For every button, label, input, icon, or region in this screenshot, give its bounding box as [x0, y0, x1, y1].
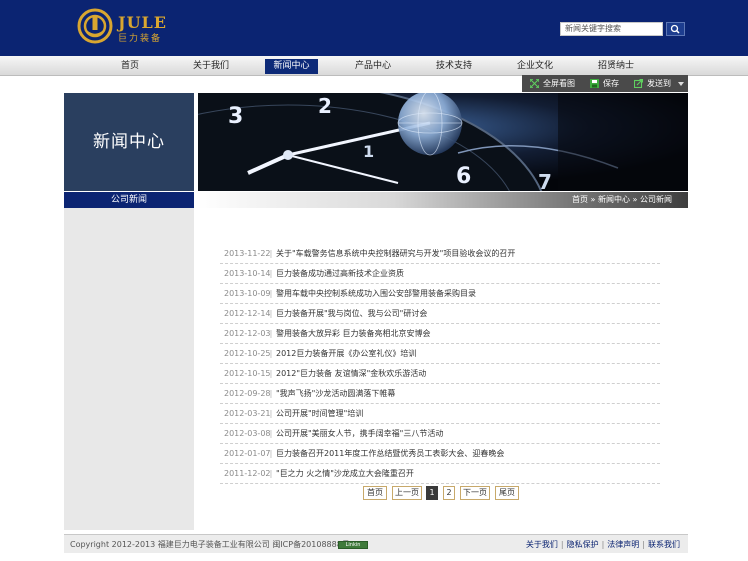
nav-item-support[interactable]: 技术支持 — [428, 59, 480, 74]
news-item[interactable]: 2012-03-21| 公司开展"时间管理"培训 — [220, 404, 660, 424]
news-title-link[interactable]: 巨力装备开展"我与岗位、我与公司"研讨会 — [276, 309, 427, 318]
news-item[interactable]: 2011-12-02| "巨之力 火之情"沙龙成立大会隆重召开 — [220, 464, 660, 484]
news-item[interactable]: 2012-03-08| 公司开展"美丽女人节，携手阔幸福"三八节活动 — [220, 424, 660, 444]
send-button[interactable]: 发送到 — [626, 75, 688, 92]
nav-item-about[interactable]: 关于我们 — [184, 59, 238, 74]
footer-link-privacy[interactable]: 隐私保护 — [567, 540, 599, 549]
news-title-link[interactable]: 巨力装备成功通过高新技术企业资质 — [276, 269, 404, 278]
svg-text:2: 2 — [318, 94, 332, 118]
clock-banner-graphic: 3 2 6 7 1 — [198, 93, 688, 191]
news-date: 2012-03-08 — [224, 429, 271, 438]
news-title-link[interactable]: 公司开展"时间管理"培训 — [276, 409, 363, 418]
save-icon — [590, 79, 599, 88]
news-title-link[interactable]: 公司开展"美丽女人节，携手阔幸福"三八节活动 — [276, 429, 443, 438]
news-date: 2013-10-09 — [224, 289, 271, 298]
logo-text-cn: 巨力装备 — [118, 34, 163, 44]
pager-prev-button[interactable]: 上一页 — [392, 486, 422, 500]
news-item[interactable]: 2013-10-14| 巨力装备成功通过高新技术企业资质 — [220, 264, 660, 284]
news-title-link[interactable]: 关于"车载警务信息系统中央控制器研究与开发"项目验收会议的召开 — [276, 249, 515, 258]
news-date: 2013-10-14 — [224, 269, 271, 278]
news-item[interactable]: 2012-10-15| 2012"巨力装备 友谊情深"金秋欢乐游活动 — [220, 364, 660, 384]
fullscreen-button[interactable]: 全屏看图 — [522, 75, 580, 92]
footer-link-contact[interactable]: 联系我们 — [648, 540, 680, 549]
svg-text:3: 3 — [228, 104, 243, 129]
banner-image: 3 2 6 7 1 — [198, 93, 688, 191]
nav-item-jobs[interactable]: 招贤纳士 — [590, 59, 642, 74]
side-panel — [64, 208, 194, 530]
svg-text:1: 1 — [363, 142, 374, 161]
breadcrumb-sep: » — [590, 195, 596, 204]
footer: Copyright 2012-2013 福建巨力电子装备工业有限公司 闽ICP备… — [64, 534, 688, 553]
news-date: 2012-10-25 — [224, 349, 271, 358]
news-date: 2011-12-02 — [224, 469, 271, 478]
breadcrumb-section[interactable]: 新闻中心 — [598, 195, 630, 204]
nav-item-news[interactable]: 新闻中心 — [265, 59, 318, 74]
svg-text:6: 6 — [456, 164, 471, 189]
news-date: 2012-01-07 — [224, 449, 271, 458]
search-input[interactable]: 新闻关键字搜索 — [560, 22, 663, 36]
news-title-link[interactable]: 2012巨力装备开展《办公室礼仪》培训 — [276, 349, 416, 358]
fullscreen-label: 全屏看图 — [543, 79, 575, 88]
footer-links: 关于我们 | 隐私保护 | 法律声明 | 联系我们 — [525, 540, 680, 549]
news-date: 2012-10-15 — [224, 369, 271, 378]
nav-item-culture[interactable]: 企业文化 — [509, 59, 561, 74]
image-toolbar: 全屏看图 保存 发送到 — [522, 75, 688, 92]
news-title-link[interactable]: 巨力装备召开2011年度工作总结暨优秀员工表彰大会、迎春晚会 — [276, 449, 504, 458]
footer-link-legal[interactable]: 法律声明 — [607, 540, 639, 549]
search-icon — [670, 24, 680, 34]
side-title: 新闻中心 — [64, 93, 194, 191]
dropdown-arrow-icon — [678, 82, 684, 86]
breadcrumb-current: 公司新闻 — [640, 195, 672, 204]
news-item[interactable]: 2012-09-28| "我声飞扬"沙龙活动圆满落下帷幕 — [220, 384, 660, 404]
news-date: 2013-11-22 — [224, 249, 271, 258]
breadcrumb-home[interactable]: 首页 — [572, 195, 588, 204]
logo-text-en: JULE — [118, 13, 167, 32]
pager-first-button[interactable]: 首页 — [363, 486, 387, 500]
logo-mark-icon — [77, 8, 113, 44]
breadcrumb-sep: » — [632, 195, 638, 204]
news-item[interactable]: 2012-12-14| 巨力装备开展"我与岗位、我与公司"研讨会 — [220, 304, 660, 324]
footer-link-about[interactable]: 关于我们 — [526, 540, 558, 549]
news-list: 2013-11-22| 关于"车载警务信息系统中央控制器研究与开发"项目验收会议的… — [220, 244, 660, 484]
news-title-link[interactable]: "巨之力 火之情"沙龙成立大会隆重召开 — [276, 469, 414, 478]
pager-page-2[interactable]: 2 — [443, 486, 455, 500]
news-title-link[interactable]: 2012"巨力装备 友谊情深"金秋欢乐游活动 — [276, 369, 426, 378]
copyright-text: Copyright 2012-2013 福建巨力电子装备工业有限公司 闽ICP备… — [70, 540, 350, 549]
news-date: 2012-03-21 — [224, 409, 271, 418]
send-icon — [634, 79, 643, 88]
news-date: 2012-12-14 — [224, 309, 271, 318]
search-button[interactable] — [666, 22, 685, 36]
news-title-link[interactable]: 警用装备大放异彩 巨力装备亮相北京安博会 — [276, 329, 431, 338]
fullscreen-icon — [530, 79, 539, 88]
main-content: 2013-11-22| 关于"车载警务信息系统中央控制器研究与开发"项目验收会议的… — [198, 208, 688, 530]
news-title-link[interactable]: "我声飞扬"沙龙活动圆满落下帷幕 — [276, 389, 395, 398]
pager-last-button[interactable]: 尾页 — [495, 486, 519, 500]
nav-item-home[interactable]: 首页 — [108, 59, 152, 74]
breadcrumb: 首页 » 新闻中心 » 公司新闻 — [572, 192, 672, 208]
news-title-link[interactable]: 警用车载中央控制系统成功入围公安部警用装备采购目录 — [276, 289, 476, 298]
pager-page-1[interactable]: 1 — [426, 486, 438, 500]
news-date: 2012-12-03 — [224, 329, 271, 338]
header: JULE 巨力装备 新闻关键字搜索 — [0, 0, 748, 56]
news-date: 2012-09-28 — [224, 389, 271, 398]
news-item[interactable]: 2013-11-22| 关于"车载警务信息系统中央控制器研究与开发"项目验收会议的… — [220, 244, 660, 264]
svg-text:7: 7 — [538, 170, 552, 191]
pager-next-button[interactable]: 下一页 — [460, 486, 490, 500]
save-label: 保存 — [603, 79, 619, 88]
news-item[interactable]: 2013-10-09| 警用车载中央控制系统成功入围公安部警用装备采购目录 — [220, 284, 660, 304]
footer-badge[interactable]: Linkin — [338, 541, 368, 549]
news-item[interactable]: 2012-01-07| 巨力装备召开2011年度工作总结暨优秀员工表彰大会、迎春晚… — [220, 444, 660, 464]
news-item[interactable]: 2012-10-25| 2012巨力装备开展《办公室礼仪》培训 — [220, 344, 660, 364]
main-nav: 首页 关于我们 新闻中心 产品中心 技术支持 企业文化 招贤纳士 — [0, 56, 748, 76]
nav-item-products[interactable]: 产品中心 — [347, 59, 399, 74]
save-button[interactable]: 保存 — [582, 75, 624, 92]
breadcrumb-bar: 首页 » 新闻中心 » 公司新闻 — [198, 192, 688, 208]
news-item[interactable]: 2012-12-03| 警用装备大放异彩 巨力装备亮相北京安博会 — [220, 324, 660, 344]
side-menu-company-news[interactable]: 公司新闻 — [64, 192, 194, 208]
send-label: 发送到 — [647, 79, 671, 88]
